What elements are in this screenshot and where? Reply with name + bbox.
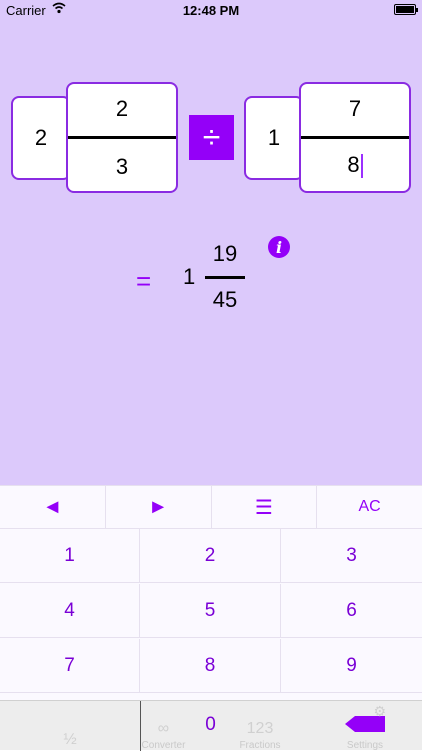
- left-denominator[interactable]: 3: [68, 154, 176, 180]
- equals-sign: =: [136, 266, 152, 296]
- key-7[interactable]: 7: [0, 639, 140, 693]
- text-cursor: [360, 154, 363, 179]
- tab-fraction[interactable]: ½: [0, 701, 140, 751]
- gear-icon: ⚙: [373, 703, 386, 719]
- menu-icon: ☰: [254, 496, 273, 519]
- info-icon[interactable]: i: [268, 236, 290, 258]
- status-time: 12:48 PM: [182, 3, 240, 18]
- divide-icon: ÷: [202, 119, 221, 155]
- divide-operator-button[interactable]: ÷: [189, 115, 234, 160]
- fraction-icon: ½: [63, 731, 77, 748]
- key-3[interactable]: 3: [281, 529, 422, 583]
- right-fraction-field[interactable]: 7 8: [299, 82, 411, 193]
- all-clear-button[interactable]: AC: [317, 486, 422, 528]
- cursor-left-button[interactable]: ◄: [0, 486, 106, 528]
- left-numerator[interactable]: 2: [68, 96, 176, 122]
- key-6[interactable]: 6: [281, 584, 422, 638]
- result-fraction-bar: [205, 276, 245, 279]
- key-1[interactable]: 1: [0, 529, 140, 583]
- cursor-right-button[interactable]: ►: [106, 486, 212, 528]
- right-fraction-bar: [301, 135, 409, 139]
- right-whole-value: 1: [267, 125, 281, 150]
- left-whole-field[interactable]: 2: [11, 96, 71, 180]
- left-arrow-icon: ◄: [42, 495, 63, 518]
- right-whole-field[interactable]: 1: [244, 96, 304, 180]
- key-9[interactable]: 9: [281, 639, 422, 693]
- result-whole: 1: [183, 264, 196, 289]
- status-bar: Carrier 12:48 PM: [0, 0, 422, 22]
- result-numerator: 19: [212, 241, 238, 266]
- key-4[interactable]: 4: [0, 584, 140, 638]
- right-arrow-icon: ►: [148, 495, 169, 518]
- left-fraction-bar: [68, 135, 176, 139]
- left-whole-value: 2: [34, 125, 48, 150]
- right-numerator[interactable]: 7: [301, 96, 409, 122]
- key-8[interactable]: 8: [140, 639, 281, 693]
- right-denominator-field[interactable]: 8: [301, 152, 409, 179]
- key-0[interactable]: 0: [140, 700, 281, 750]
- result-denominator: 45: [212, 287, 238, 312]
- battery-icon: [394, 4, 418, 15]
- right-denominator: 8: [347, 152, 360, 177]
- menu-button[interactable]: ☰: [212, 486, 318, 528]
- tab-settings[interactable]: ⚙ Settings: [330, 701, 400, 751]
- left-fraction-field[interactable]: 2 3: [66, 82, 178, 193]
- key-5[interactable]: 5: [140, 584, 281, 638]
- key-2[interactable]: 2: [140, 529, 281, 583]
- keypad-toolbar: ◄ ► ☰ AC: [0, 485, 422, 529]
